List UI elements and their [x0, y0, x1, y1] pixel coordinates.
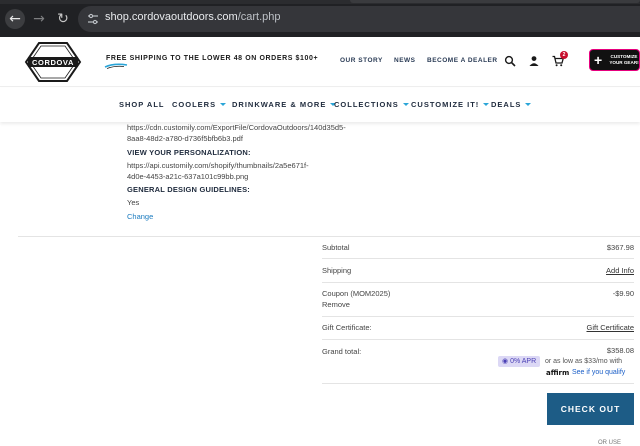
chevron-down-icon	[402, 103, 409, 106]
nav-deals[interactable]: DEALS	[491, 100, 532, 109]
nav-customize[interactable]: CUSTOMIZE IT!	[411, 100, 490, 109]
cordova-logo[interactable]: CORDOVA	[24, 41, 82, 83]
news-link[interactable]: NEWS	[394, 57, 416, 64]
tab-strip	[0, 0, 640, 4]
forward-arrow-icon[interactable]: →	[29, 9, 49, 29]
plus-icon: +	[594, 52, 603, 68]
affirm-qualify-link[interactable]: See if you qualify	[572, 369, 625, 376]
thumbnail-url-line1: https://api.customily.com/shopify/thumbn…	[127, 161, 309, 170]
gift-certificate-link[interactable]: Gift Certificate	[586, 323, 634, 332]
logo-text: CORDOVA	[32, 58, 74, 67]
site-info-icon[interactable]	[86, 12, 100, 26]
nav-coolers-label: COOLERS	[172, 100, 217, 109]
coupon-label: Coupon (MOM2025)	[322, 289, 391, 298]
browser-toolbar: ← → ↻ shop.cordovaoutdoors.com/cart.php	[0, 0, 640, 37]
gift-certificate-label: Gift Certificate:	[322, 323, 372, 332]
export-file-url-line1: https://cdn.customily.com/ExportFile/Cor…	[127, 123, 346, 132]
become-dealer-link[interactable]: BECOME A DEALER	[427, 57, 498, 64]
customize-gear-button[interactable]: + CUSTOMIZE YOUR GEAR!	[589, 49, 640, 71]
address-bar[interactable]: shop.cordovaoutdoors.com/cart.php	[78, 6, 640, 32]
nav-shop-all-label: SHOP ALL	[119, 100, 165, 109]
totals-divider	[322, 282, 634, 283]
shipping-add-info-link[interactable]: Add Info	[606, 266, 634, 275]
totals-divider	[322, 258, 634, 259]
coupon-value: -$9.90	[612, 289, 634, 298]
chevron-down-icon	[220, 103, 227, 106]
change-item-link[interactable]: Change	[127, 212, 153, 221]
grand-total-label: Grand total:	[322, 347, 362, 356]
nav-drinkware-label: DRINKWARE & MORE	[232, 100, 327, 109]
subtotal-value: $367.98	[606, 243, 634, 252]
design-guidelines-label: GENERAL DESIGN GUIDELINES:	[127, 185, 250, 194]
customize-button-label: CUSTOMIZE YOUR GEAR!	[609, 54, 639, 65]
nav-deals-label: DEALS	[491, 100, 522, 109]
nav-collections-label: COLLECTIONS	[334, 100, 399, 109]
nav-customize-label: CUSTOMIZE IT!	[411, 100, 480, 109]
site-header: CORDOVA FREE SHIPPING TO THE LOWER 48 ON…	[0, 37, 640, 87]
back-arrow-icon[interactable]: ←	[5, 9, 25, 29]
nav-collections[interactable]: COLLECTIONS	[334, 100, 409, 109]
totals-divider	[322, 316, 634, 317]
nav-shop-all[interactable]: SHOP ALL	[119, 100, 165, 109]
view-personalization-label: VIEW YOUR PERSONALIZATION:	[127, 148, 251, 157]
url-path: /cart.php	[237, 11, 281, 23]
nav-coolers[interactable]: COOLERS	[172, 100, 227, 109]
section-divider	[18, 236, 640, 237]
url-host: shop.cordovaoutdoors.com	[105, 11, 238, 23]
reload-icon[interactable]: ↻	[53, 9, 73, 29]
cart-count-badge: 2	[560, 51, 568, 59]
url-text[interactable]: shop.cordovaoutdoors.com/cart.php	[105, 11, 281, 23]
export-file-url-line2: 8aa8-48d2-a780-d736f5bfb6b3.pdf	[127, 134, 243, 143]
totals-divider	[322, 383, 634, 384]
nav-drinkware[interactable]: DRINKWARE & MORE	[232, 100, 337, 109]
thumbnail-url-line2: 4d0e-4453-a21c-637a101c99bb.png	[127, 172, 249, 181]
search-icon[interactable]	[504, 55, 516, 67]
coupon-remove-link[interactable]: Remove	[322, 300, 350, 309]
chevron-down-icon	[525, 103, 532, 106]
affirm-logo: affirm	[546, 369, 570, 377]
main-navigation: SHOP ALL COOLERS DRINKWARE & MORE COLLEC…	[0, 88, 640, 122]
grand-total-value: $358.08	[606, 346, 634, 355]
alt-checkout-label: OR USE	[598, 440, 622, 446]
subtotal-label: Subtotal	[322, 243, 350, 252]
affirm-monthly-text: or as low as $33/mo with	[545, 358, 623, 365]
shipping-label: Shipping	[322, 266, 352, 275]
apr-badge: ◉ 0% APR	[498, 356, 541, 367]
our-story-link[interactable]: OUR STORY	[340, 57, 383, 64]
free-shipping-banner: FREE SHIPPING TO THE LOWER 48 ON ORDERS …	[106, 55, 319, 62]
active-tab-edge[interactable]	[350, 0, 640, 3]
promo-swoosh-icon	[104, 63, 128, 69]
totals-divider	[322, 339, 634, 340]
checkout-button[interactable]: CHECK OUT	[547, 393, 634, 425]
apr-badge-text: 0% APR	[510, 358, 537, 365]
account-icon[interactable]	[528, 55, 540, 67]
design-guidelines-value: Yes	[127, 198, 140, 207]
chevron-down-icon	[483, 103, 490, 106]
percent-icon: ◉	[502, 358, 509, 365]
